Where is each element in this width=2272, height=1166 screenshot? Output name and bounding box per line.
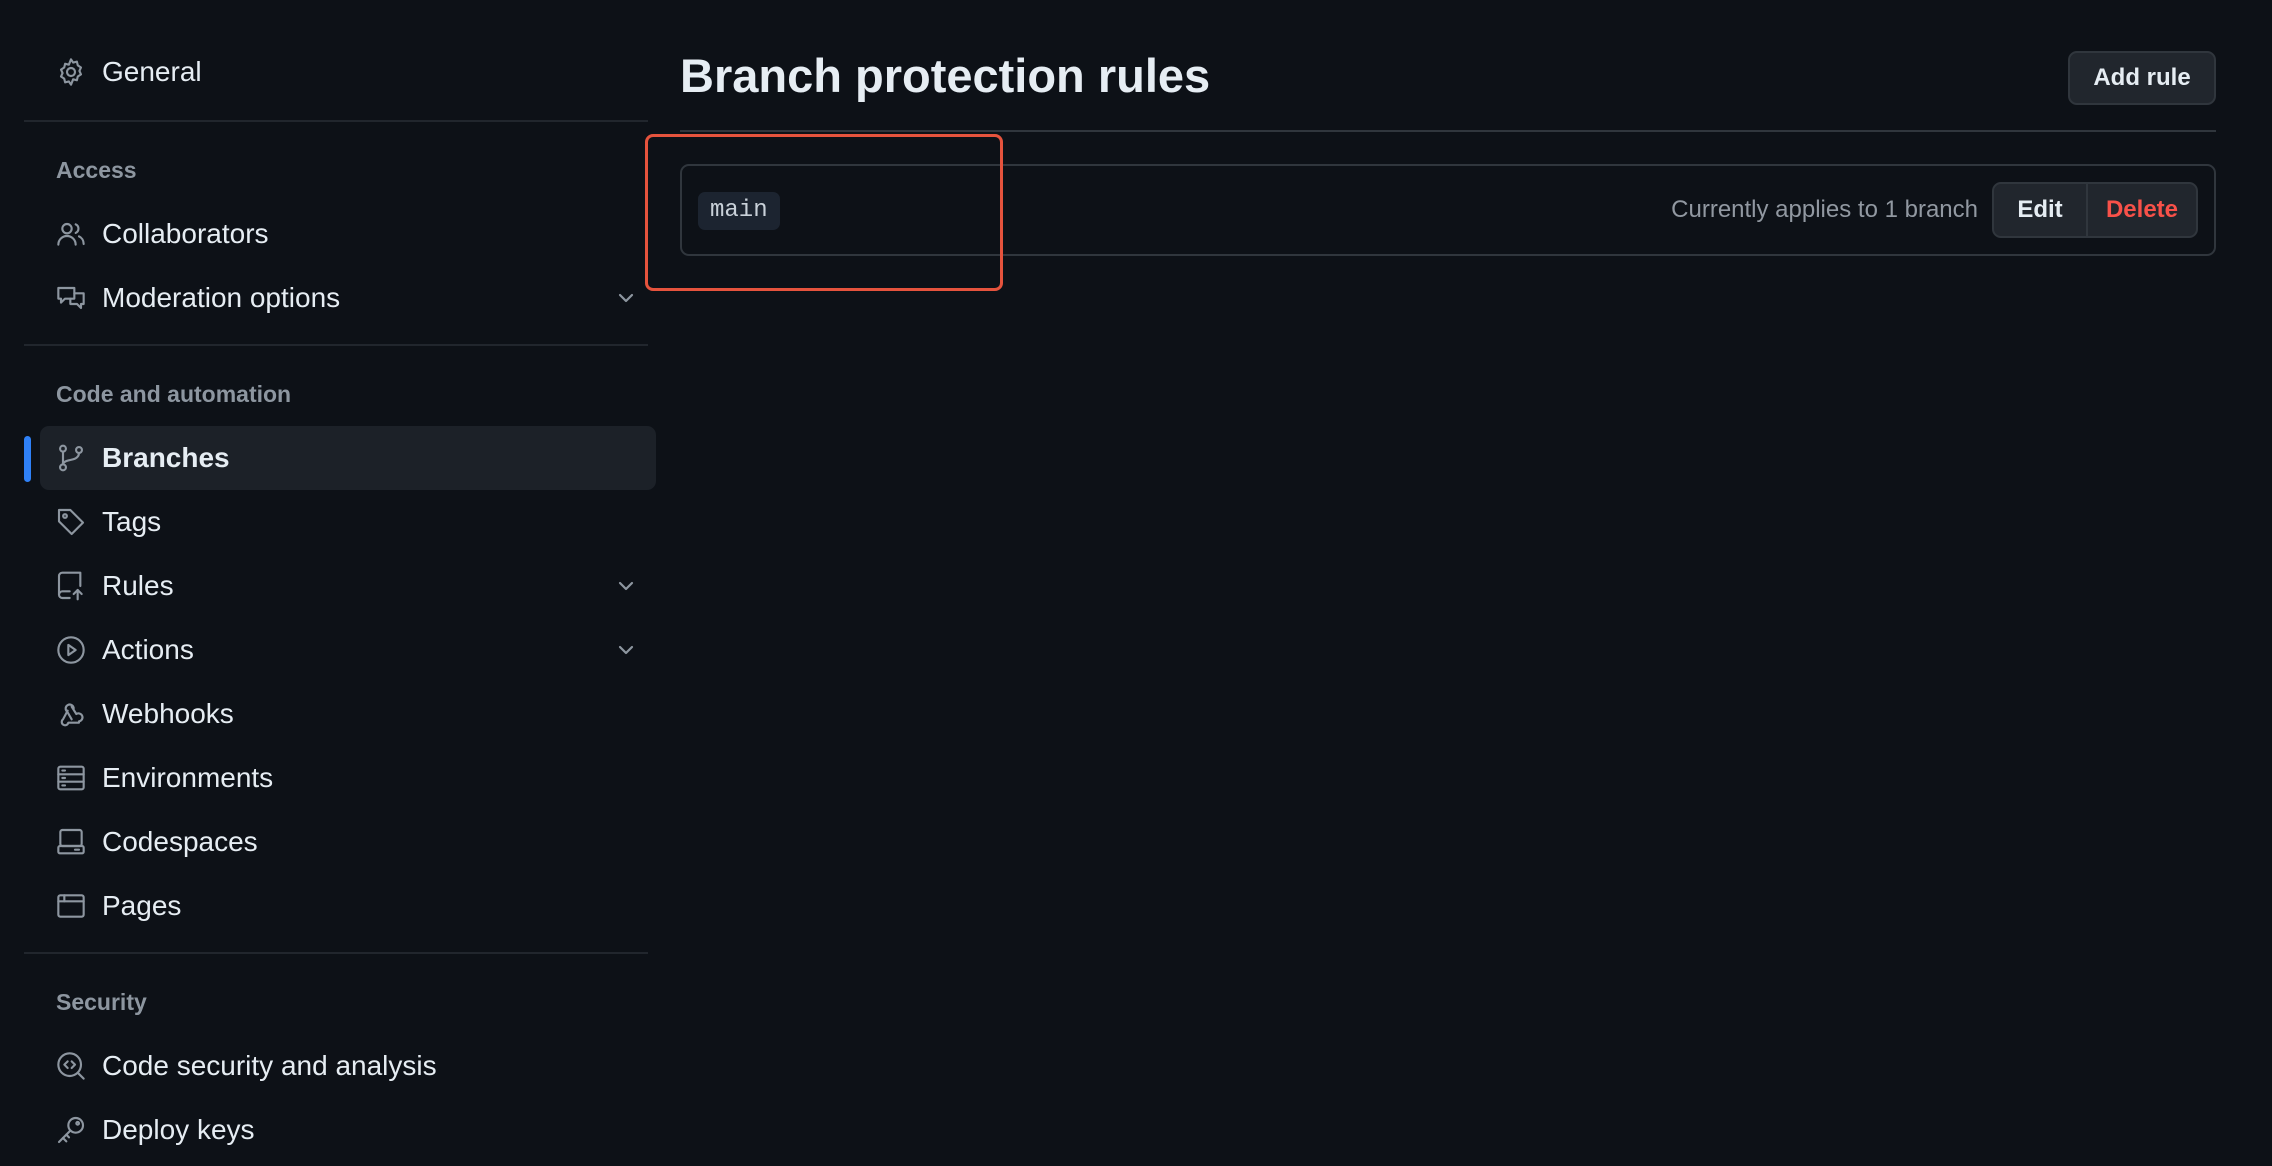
chevron-down-icon[interactable]	[614, 574, 638, 598]
repo-push-icon	[54, 569, 88, 603]
add-rule-button[interactable]: Add rule	[2068, 51, 2216, 105]
key-icon	[54, 1113, 88, 1147]
sidebar-item-label: Environments	[102, 762, 274, 793]
git-branch-icon	[54, 441, 88, 475]
sidebar-item-deploy-keys[interactable]: Deploy keys	[40, 1098, 656, 1162]
browser-icon	[54, 889, 88, 923]
sidebar-item-actions[interactable]: Actions	[40, 618, 656, 682]
webhook-icon	[54, 697, 88, 731]
sidebar-item-tags[interactable]: Tags	[40, 490, 656, 554]
server-icon	[54, 761, 88, 795]
sidebar-item-label: Rules	[102, 570, 174, 601]
sidebar-divider	[24, 120, 648, 122]
chevron-down-icon[interactable]	[614, 286, 638, 310]
edit-rule-button[interactable]: Edit	[1994, 184, 2088, 236]
sidebar-item-code-security[interactable]: Code security and analysis	[40, 1034, 656, 1098]
sidebar-item-codespaces[interactable]: Codespaces	[40, 810, 656, 874]
sidebar-item-rules[interactable]: Rules	[40, 554, 656, 618]
sidebar-item-label: Collaborators	[102, 218, 269, 249]
sidebar-item-label: General	[102, 56, 202, 87]
section-heading-access: Access	[56, 157, 137, 183]
sidebar-item-moderation-options[interactable]: Moderation options	[40, 266, 656, 330]
sidebar-item-label: Tags	[102, 506, 162, 537]
sidebar-item-label: Pages	[102, 890, 182, 921]
sidebar-item-label: Moderation options	[102, 282, 341, 313]
codescan-icon	[54, 1049, 88, 1083]
section-heading-code-automation: Code and automation	[56, 381, 292, 407]
tag-icon	[54, 505, 88, 539]
page-title: Branch protection rules	[680, 49, 1211, 102]
sidebar-item-pages[interactable]: Pages	[40, 874, 656, 938]
chevron-down-icon[interactable]	[614, 638, 638, 662]
active-indicator	[24, 436, 31, 482]
people-icon	[54, 217, 88, 251]
sidebar-divider	[24, 952, 648, 954]
branch-rule-row: main Currently applies to 1 branch Edit …	[680, 164, 2216, 256]
sidebar-item-label: Code security and analysis	[102, 1050, 437, 1081]
settings-page: General Access Collaborators Moderation …	[0, 0, 2272, 1166]
sidebar-item-label: Deploy keys	[102, 1114, 255, 1145]
rule-applies-text: Currently applies to 1 branch	[1671, 196, 1978, 223]
sidebar-divider	[24, 344, 648, 346]
sidebar-item-environments[interactable]: Environments	[40, 746, 656, 810]
settings-sidebar: General Access Collaborators Moderation …	[24, 0, 656, 1166]
codespaces-icon	[54, 825, 88, 859]
rule-actions-group: Edit Delete	[1992, 182, 2198, 238]
gear-icon	[54, 55, 88, 89]
sidebar-item-label: Actions	[102, 634, 194, 665]
branch-name-tag[interactable]: main	[698, 192, 780, 230]
sidebar-item-label: Webhooks	[102, 698, 234, 729]
sidebar-item-webhooks[interactable]: Webhooks	[40, 682, 656, 746]
sidebar-item-general[interactable]: General	[40, 40, 656, 104]
sidebar-item-label: Branches	[102, 442, 230, 473]
sidebar-item-label: Codespaces	[102, 826, 258, 857]
section-heading-security: Security	[56, 989, 147, 1015]
delete-rule-button[interactable]: Delete	[2088, 184, 2196, 236]
sidebar-item-branches[interactable]: Branches	[40, 426, 656, 490]
play-icon	[54, 633, 88, 667]
title-divider	[680, 130, 2216, 132]
comment-discussion-icon	[54, 281, 88, 315]
sidebar-item-collaborators[interactable]: Collaborators	[40, 202, 656, 266]
